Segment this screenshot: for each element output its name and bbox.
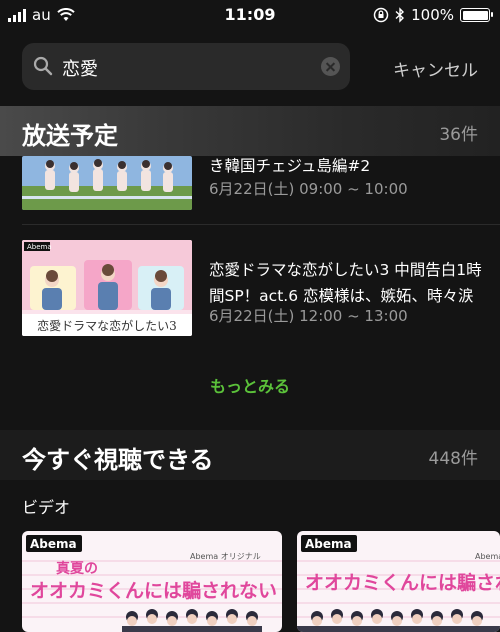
program-item[interactable]: き韓国チェジュ島編#2 6月22日(土) 09:00 ~ 10:00 [22,156,482,212]
original-tag: Abema オリジナル [190,552,261,561]
video-card[interactable]: Abema Abema オオカミくんには騙される [297,531,500,632]
divider [22,224,500,225]
rotation-lock-icon [373,7,389,23]
clear-icon[interactable] [321,57,340,76]
program-thumbnail: Abema 恋愛ドラマな恋がしたい3 [22,240,192,336]
battery-level [462,10,488,20]
section-count: 448件 [428,449,478,469]
section-title: 今すぐ視聴できる [22,446,214,474]
battery-icon [460,8,493,22]
broadcast-section-header: 放送予定 36件 [0,106,500,156]
watch-section-header: 今すぐ視聴できる 448件 [0,430,500,480]
program-item[interactable]: Abema 恋愛ドラマな恋がしたい3 恋愛ドラマな恋がしたい3 中間告白1時 間… [22,240,482,338]
bluetooth-icon [395,7,405,23]
section-count: 36件 [439,125,478,145]
program-thumbnail [22,156,192,210]
video-subheader: ビデオ [22,498,71,517]
program-time: 6月22日(土) 09:00 ~ 10:00 [209,180,408,198]
tag-label: Abema [475,552,500,561]
title-prefix: 真夏の [56,560,98,577]
status-bar: au 11:09 100% [0,0,500,32]
show-title: オオカミくんには騙される [305,571,500,594]
abema-logo: Abema [30,537,77,551]
search-icon [33,56,53,76]
show-title: オオカミくんには騙されない [30,579,277,602]
program-title: き韓国チェジュ島編#2 [209,157,371,175]
more-link[interactable]: もっとみる [0,373,500,397]
abema-logo: Abema [27,243,52,251]
abema-logo: Abema [305,537,352,551]
search-field[interactable]: 恋愛 [22,43,350,90]
thumbnail-caption: 恋愛ドラマな恋がしたい3 [37,318,177,333]
section-title: 放送予定 [22,122,118,150]
video-card[interactable]: Abema Abema オリジナル 真夏の オオカミくんには騙されない [22,531,282,632]
battery-percent: 100% [411,6,454,24]
cancel-button[interactable]: キャンセル [393,56,478,81]
program-title-line1: 恋愛ドラマな恋がしたい3 中間告白1時 [209,261,482,279]
program-time: 6月22日(土) 12:00 ~ 13:00 [209,307,408,325]
search-input[interactable]: 恋愛 [62,55,98,81]
status-right: 100% [373,6,493,24]
